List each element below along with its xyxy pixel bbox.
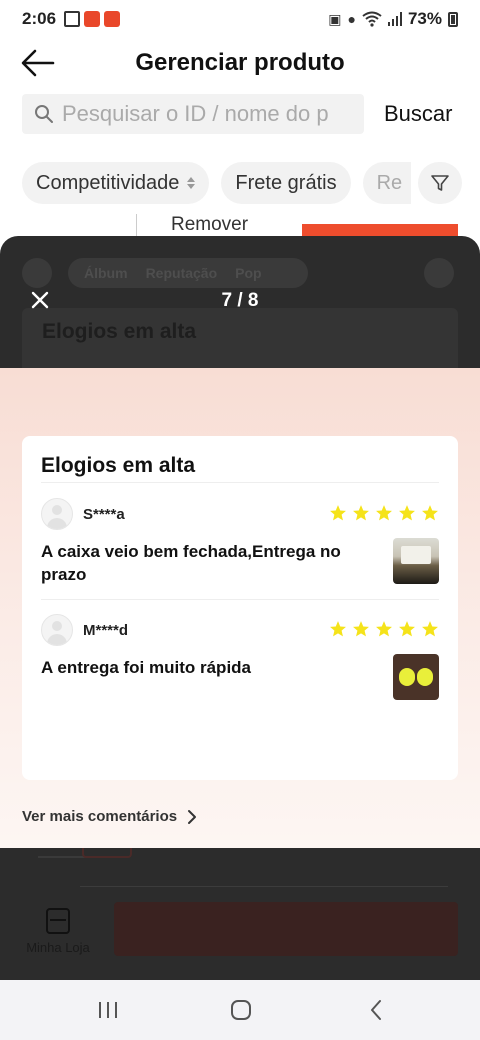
dimmed-element bbox=[82, 848, 132, 858]
search-input[interactable] bbox=[62, 101, 352, 127]
filter-chips: Competitividade Frete grátis Re bbox=[22, 162, 480, 204]
chip-partial[interactable]: Re bbox=[362, 162, 411, 204]
reviewer-name: M****d bbox=[83, 622, 129, 639]
chip-frete-gratis[interactable]: Frete grátis bbox=[221, 162, 351, 204]
search-button[interactable]: Buscar bbox=[384, 101, 452, 127]
lock-icon: ▣ bbox=[328, 10, 342, 27]
review-text: A caixa veio bem fechada,Entrega no praz… bbox=[41, 542, 341, 584]
back-arrow-icon bbox=[21, 49, 55, 77]
store-icon bbox=[46, 908, 70, 934]
header: Gerenciar produto bbox=[0, 38, 480, 88]
location-icon: ● bbox=[347, 11, 356, 27]
battery-level: 73% bbox=[407, 9, 442, 28]
avatar bbox=[41, 498, 73, 530]
status-time: 2:06 bbox=[22, 9, 57, 28]
gallery-notification-icon bbox=[64, 11, 81, 27]
star-icon bbox=[330, 621, 346, 637]
star-icon bbox=[330, 505, 346, 521]
search-icon bbox=[35, 105, 53, 123]
app-notification-icon bbox=[84, 11, 101, 27]
signal-icon bbox=[387, 12, 402, 26]
app-notification-icon-2 bbox=[104, 11, 121, 27]
star-icon bbox=[422, 621, 438, 637]
divider bbox=[41, 482, 439, 483]
page-title: Gerenciar produto bbox=[135, 49, 345, 76]
chip-label: Competitividade bbox=[36, 171, 180, 194]
star-icon bbox=[399, 621, 415, 637]
battery-icon bbox=[448, 11, 458, 27]
slide-counter: 7 / 8 bbox=[221, 290, 259, 311]
star-icon bbox=[353, 505, 369, 521]
reviewer-name: S****a bbox=[83, 506, 125, 523]
back-chevron-icon bbox=[371, 1000, 381, 1020]
filter-funnel-icon bbox=[431, 175, 449, 191]
sort-icon bbox=[187, 177, 196, 189]
chevron-right-icon bbox=[188, 809, 197, 824]
avatar bbox=[41, 614, 73, 646]
review-photo bbox=[393, 538, 439, 584]
dimmed-tab: Pop bbox=[235, 265, 262, 281]
dimmed-tab: Álbum bbox=[84, 265, 128, 281]
star-icon bbox=[376, 505, 392, 521]
dimmed-nav: Álbum Reputação Pop bbox=[22, 258, 458, 288]
card-title: Elogios em alta bbox=[41, 454, 196, 477]
chip-label: Frete grátis bbox=[235, 171, 337, 194]
praise-card: Elogios em alta S****a A caixa veio bem … bbox=[22, 436, 458, 780]
star-icon bbox=[376, 621, 392, 637]
recent-apps-button[interactable] bbox=[88, 994, 128, 1026]
status-bar: 2:06 ▣ ● 73% bbox=[0, 0, 480, 38]
filter-button[interactable] bbox=[418, 162, 462, 204]
my-store-label: Minha Loja bbox=[26, 940, 90, 955]
status-right: ▣ ● 73% bbox=[328, 9, 458, 29]
dimmed-tabs: Álbum Reputação Pop bbox=[68, 258, 308, 288]
see-more-comments-link[interactable]: Ver mais comentários bbox=[22, 808, 197, 825]
review-photo bbox=[393, 654, 439, 700]
chip-competitividade[interactable]: Competitividade bbox=[22, 162, 210, 204]
notification-icons bbox=[64, 11, 121, 27]
dimmed-tab: Reputação bbox=[145, 265, 218, 281]
star-rating bbox=[329, 504, 439, 522]
star-icon bbox=[353, 621, 369, 637]
dimmed-card-title: Elogios em alta bbox=[42, 320, 197, 343]
search-box[interactable] bbox=[22, 94, 364, 134]
recents-icon bbox=[99, 1002, 117, 1018]
star-icon bbox=[399, 505, 415, 521]
dimmed-share-button bbox=[424, 258, 454, 288]
search-row: Buscar bbox=[22, 94, 462, 134]
remove-label: Remover bbox=[136, 214, 266, 238]
slide-image[interactable]: Elogios em alta S****a A caixa veio bem … bbox=[0, 368, 480, 848]
divider bbox=[41, 599, 439, 600]
dimmed-divider bbox=[80, 886, 448, 887]
home-icon bbox=[231, 1000, 251, 1020]
star-rating bbox=[329, 620, 439, 638]
my-store-button[interactable]: Minha Loja bbox=[22, 906, 94, 960]
system-back-button[interactable] bbox=[356, 994, 396, 1026]
chip-label: Re bbox=[376, 171, 403, 194]
dimmed-card: Elogios em alta bbox=[22, 308, 458, 368]
dimmed-primary-button bbox=[114, 902, 458, 956]
image-viewer-overlay: Álbum Reputação Pop Elogios em alta 7 / … bbox=[0, 236, 480, 980]
wifi-icon bbox=[362, 11, 382, 27]
review-text: A entrega foi muito rápida bbox=[41, 658, 252, 677]
review-item: S****a A caixa veio bem fechada,Entrega … bbox=[41, 498, 439, 598]
star-icon bbox=[422, 505, 438, 521]
home-button[interactable] bbox=[221, 994, 261, 1026]
system-nav-bar bbox=[0, 980, 480, 1040]
see-more-label: Ver mais comentários bbox=[22, 808, 178, 825]
review-item: M****d A entrega foi muito rápida bbox=[41, 614, 439, 704]
back-button[interactable] bbox=[20, 46, 60, 80]
